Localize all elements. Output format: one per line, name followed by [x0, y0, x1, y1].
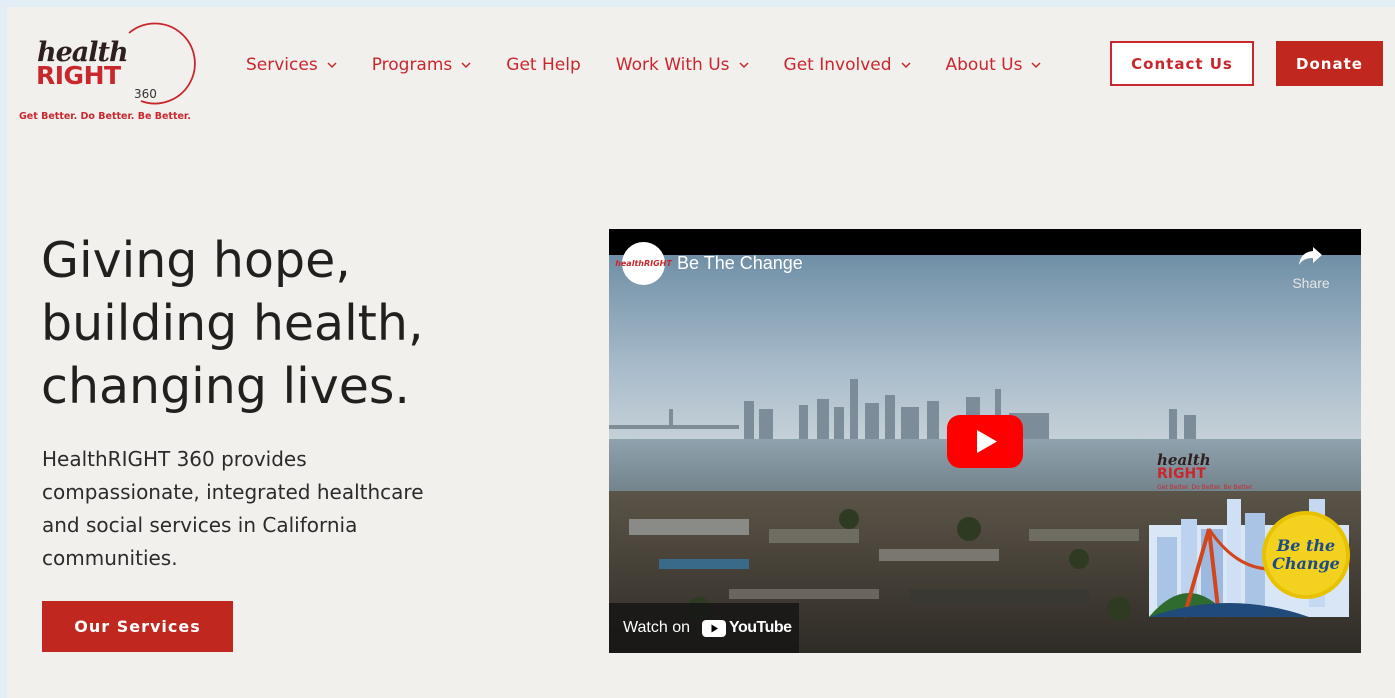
- donate-button[interactable]: Donate: [1276, 41, 1383, 86]
- watch-on-youtube-button[interactable]: Watch on YouTube: [609, 603, 799, 653]
- nav-item-label: Programs: [371, 55, 453, 75]
- logo-360-text: 360: [134, 87, 157, 101]
- page-frame: health RIGHT 360 Get Better. Do Better. …: [7, 7, 1395, 698]
- share-button[interactable]: Share: [1289, 245, 1333, 291]
- youtube-icon: [702, 619, 726, 637]
- video-title[interactable]: Be The Change: [677, 253, 803, 274]
- chevron-down-icon: [738, 62, 749, 69]
- nav-item-label: Work With Us: [615, 55, 730, 75]
- nav-item-programs[interactable]: Programs: [372, 55, 472, 75]
- youtube-wordmark: YouTube: [729, 619, 792, 636]
- video-embed[interactable]: healthRIGHT Be The Change Share health R…: [609, 229, 1361, 653]
- chevron-down-icon: [327, 62, 337, 69]
- hero-description: HealthRIGHT 360 provides compassionate, …: [42, 447, 424, 570]
- watch-on-label: Watch on: [623, 619, 690, 636]
- chevron-down-icon: [1031, 62, 1042, 69]
- overlay-brand-right: RIGHT: [1157, 466, 1206, 482]
- overlay-brand-tagline: Get Better. Do Better. Be Better.: [1157, 484, 1254, 491]
- nav-item-label: About Us: [945, 55, 1023, 75]
- share-label: Share: [1292, 275, 1330, 291]
- badge-line: Be the: [1276, 536, 1336, 555]
- nav-item-label: Get Involved: [783, 55, 892, 75]
- nav-item-get-help[interactable]: Get Help: [506, 55, 580, 75]
- play-button-icon[interactable]: [947, 415, 1023, 468]
- logo-tagline: Get Better. Do Better. Be Better.: [19, 111, 191, 122]
- nav-item-label: Get Help: [506, 55, 581, 75]
- our-services-button[interactable]: Our Services: [42, 601, 233, 652]
- site-logo[interactable]: health RIGHT 360 Get Better. Do Better. …: [19, 15, 219, 127]
- chevron-down-icon: [461, 62, 471, 69]
- nav-item-about-us[interactable]: About Us: [946, 55, 1042, 75]
- nav-item-services[interactable]: Services: [246, 55, 337, 75]
- hero-title-line: changing lives.: [41, 358, 411, 415]
- hero-title-line: Giving hope,: [41, 232, 351, 289]
- main-nav: Services Programs Get Help Work With Us …: [246, 51, 1076, 79]
- badge-line: Change: [1272, 554, 1340, 573]
- video-overlay-brand: health RIGHT Get Better. Do Better. Be B…: [1157, 451, 1253, 491]
- be-the-change-badge: Be the Change: [1262, 511, 1350, 599]
- channel-avatar[interactable]: healthRIGHT: [615, 242, 672, 285]
- chevron-down-icon: [900, 62, 911, 69]
- hero-title-line: building health,: [41, 295, 424, 352]
- share-icon: [1299, 247, 1322, 265]
- nav-item-get-involved[interactable]: Get Involved: [784, 55, 911, 75]
- hero-title: Giving hope, building health, changing l…: [41, 229, 561, 418]
- nav-item-label: Services: [246, 55, 318, 75]
- contact-us-button[interactable]: Contact Us: [1110, 41, 1254, 86]
- logo-right-text: RIGHT: [36, 61, 121, 90]
- nav-item-work-with-us[interactable]: Work With Us: [616, 55, 749, 75]
- youtube-logo: YouTube: [702, 619, 792, 637]
